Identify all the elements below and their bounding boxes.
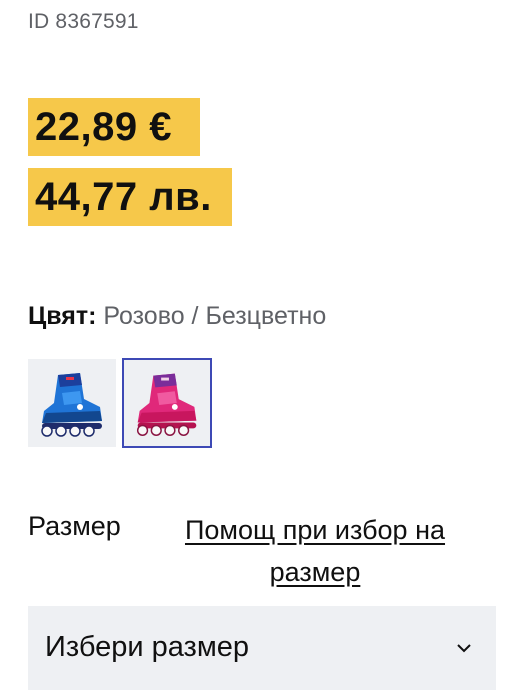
size-select-placeholder: Избери размер — [45, 631, 250, 663]
size-select[interactable]: Избери размер — [28, 606, 496, 690]
size-label: Размер — [28, 511, 121, 541]
price-eur: 22,89 € — [28, 98, 200, 156]
color-row: Цвят: Розово / Безцветно — [28, 300, 326, 332]
blue-skate-image — [41, 373, 102, 437]
swatch-pink[interactable] — [122, 358, 212, 448]
color-label: Цвят: — [28, 302, 97, 330]
price-block: 22,89 € 44,77 лв. — [28, 98, 232, 226]
swatch-blue[interactable] — [28, 359, 116, 447]
color-value: Розово / Безцветно — [103, 302, 327, 330]
color-swatches — [28, 358, 212, 448]
price-bgn: 44,77 лв. — [28, 168, 232, 226]
chevron-down-icon — [457, 644, 471, 653]
product-id: ID 8367591 — [28, 10, 139, 33]
size-help-link[interactable]: Помощ при избор на размер — [160, 509, 470, 593]
pink-skate-image — [136, 373, 197, 436]
